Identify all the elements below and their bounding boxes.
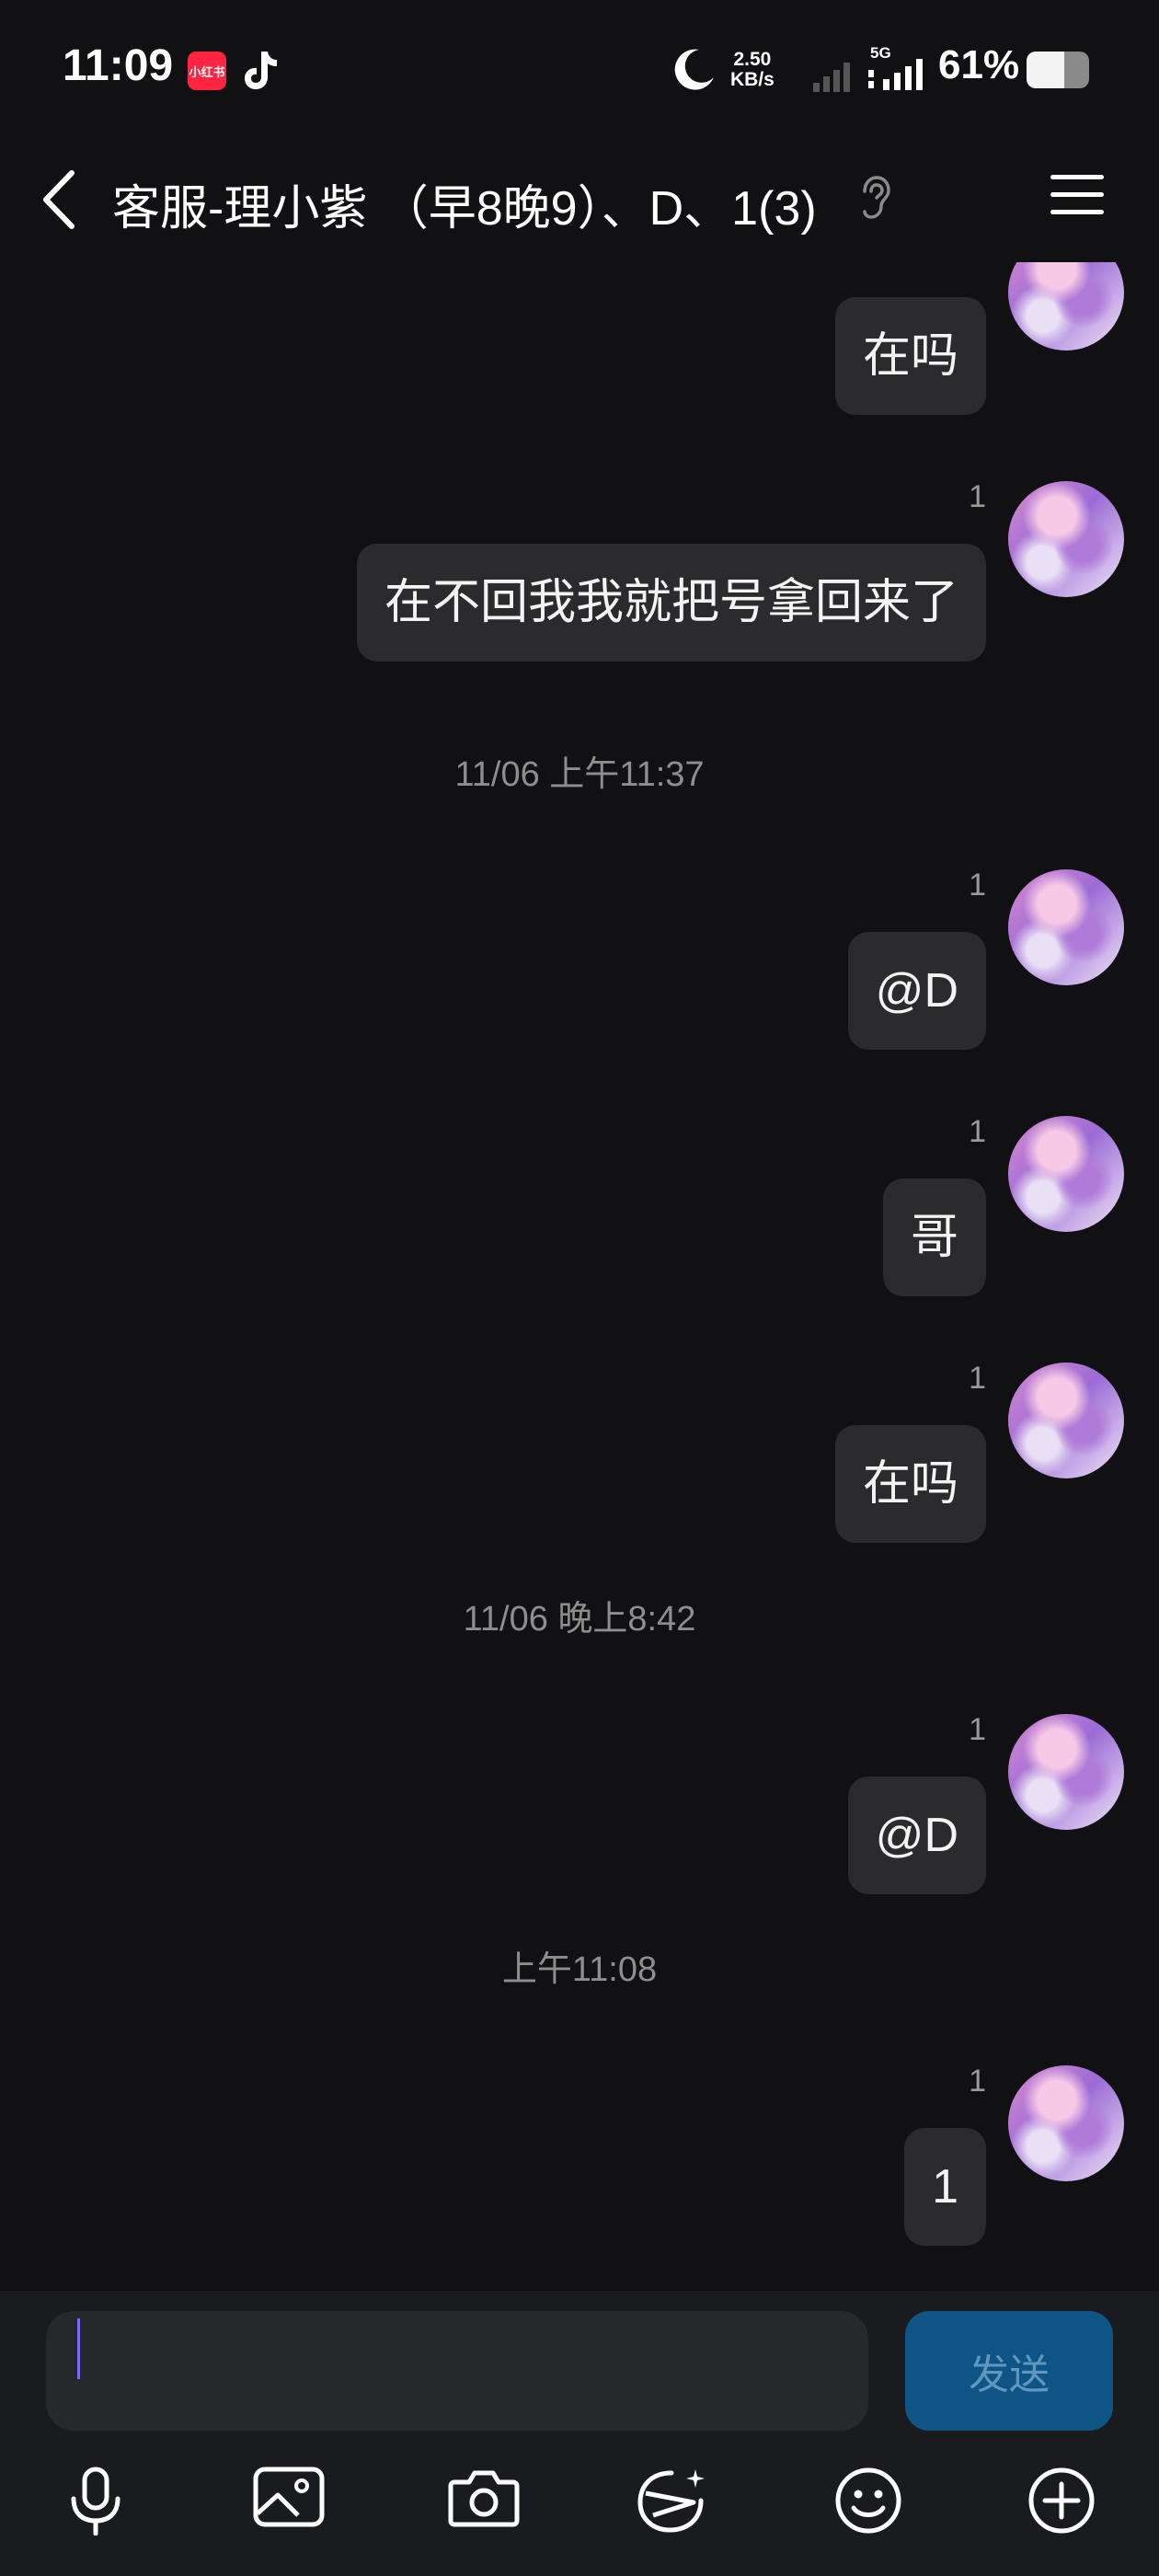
message-bubble[interactable]: @D <box>847 932 986 1050</box>
tiktok-icon <box>245 52 277 89</box>
read-receipt-count: 1 <box>969 1712 986 1747</box>
avatar[interactable] <box>1008 262 1124 351</box>
send-button[interactable]: 发送 <box>905 2311 1113 2431</box>
read-receipt-count: 1 <box>969 1114 986 1149</box>
avatar[interactable] <box>1008 2065 1124 2181</box>
avatar[interactable] <box>1008 1714 1124 1830</box>
menu-icon[interactable] <box>1049 169 1107 221</box>
image-icon[interactable] <box>252 2466 326 2530</box>
chat-header: 客服-理小紫 （早8晚9）、D、1(3) <box>0 147 1159 248</box>
read-receipt-count: 1 <box>969 1361 986 1396</box>
message-bubble[interactable]: 哥 <box>882 1179 986 1296</box>
microphone-icon[interactable] <box>66 2466 125 2536</box>
signal-sim1-icon <box>813 63 850 92</box>
back-arrow-icon[interactable] <box>37 166 83 234</box>
battery-percent: 61% <box>938 42 1020 87</box>
xiaohongshu-app-icon: 小红书 <box>188 52 226 90</box>
battery-icon <box>1027 52 1089 88</box>
message-bubble[interactable]: 在吗 <box>834 1425 986 1543</box>
message-list[interactable]: 1 在吗 1 在不回我我就把号拿回来了 11/06 上午11:37 1 @D 1 哥 1 在吗 11/… <box>0 262 1159 2286</box>
plus-icon[interactable] <box>1027 2466 1096 2536</box>
earpiece-mode-icon <box>863 176 890 219</box>
status-time: 11:09 <box>63 41 174 90</box>
avatar[interactable] <box>1008 481 1124 597</box>
sticker-icon[interactable] <box>635 2466 710 2536</box>
camera-icon[interactable] <box>447 2466 521 2530</box>
read-receipt-count: 1 <box>969 479 986 514</box>
avatar[interactable] <box>1008 869 1124 985</box>
avatar[interactable] <box>1008 1116 1124 1232</box>
message-input[interactable] <box>46 2311 868 2431</box>
input-bar: 发送 <box>0 2291 1159 2576</box>
chat-title: 客服-理小紫 （早8晚9）、D、1(3) <box>112 182 817 236</box>
message-bubble[interactable]: 在不回我我就把号拿回来了 <box>356 544 986 661</box>
read-receipt-count: 1 <box>969 868 986 903</box>
message-bubble[interactable]: 1 <box>904 2128 986 2246</box>
signal-sim2-icon <box>868 59 923 90</box>
timestamp-divider: 11/06 晚上8:42 <box>463 1600 696 1639</box>
status-bar: 11:09 小红书 2.50 KB/s 5G 61% <box>0 0 1159 138</box>
battery-level-fill <box>1027 52 1065 88</box>
message-bubble[interactable]: 在吗 <box>834 297 986 415</box>
emoji-icon[interactable] <box>833 2466 903 2536</box>
message-bubble[interactable]: @D <box>847 1777 986 1894</box>
network-speed: 2.50 KB/s <box>730 49 775 90</box>
text-cursor <box>77 2318 80 2379</box>
do-not-disturb-moon-icon <box>674 49 714 90</box>
read-receipt-count: 1 <box>969 262 986 269</box>
timestamp-divider: 上午11:08 <box>501 1950 658 1989</box>
avatar[interactable] <box>1008 1363 1124 1478</box>
read-receipt-count: 1 <box>969 2064 986 2099</box>
timestamp-divider: 11/06 上午11:37 <box>454 755 705 794</box>
